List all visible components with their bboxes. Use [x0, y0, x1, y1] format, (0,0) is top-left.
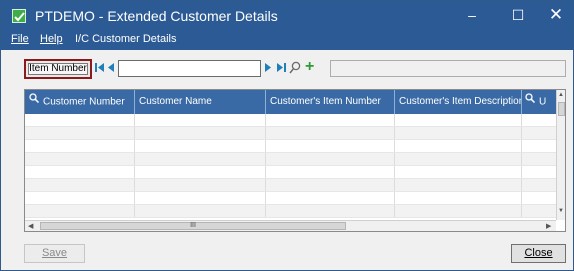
item-number-field-selector[interactable]: Item Number: [24, 59, 92, 79]
previous-record-icon[interactable]: [107, 63, 115, 75]
window-chrome: PTDEMO - Extended Customer Details – ☐ ✕…: [1, 1, 573, 50]
table-row[interactable]: [25, 205, 556, 218]
vertical-scrollbar[interactable]: ▲ ▼: [556, 90, 565, 220]
search-icon[interactable]: [525, 90, 536, 113]
next-record-icon[interactable]: [264, 63, 272, 75]
menu-file[interactable]: File: [11, 33, 29, 45]
column-label: Customer's Item Description: [399, 96, 522, 107]
menu-ic-customer-details[interactable]: I/C Customer Details: [75, 33, 176, 45]
save-button[interactable]: Save: [24, 244, 85, 263]
app-icon: [12, 9, 26, 23]
grid-header: Customer Number Customer Name Customer's…: [25, 90, 565, 114]
scroll-down-icon[interactable]: ▼: [558, 208, 564, 214]
horizontal-scrollbar[interactable]: ◀ III ▶: [25, 220, 556, 231]
grid-body[interactable]: [25, 114, 556, 218]
column-header-customer-number[interactable]: Customer Number: [25, 90, 135, 114]
item-description-field: [330, 60, 566, 77]
close-window-button[interactable]: ✕: [537, 1, 574, 31]
column-header-customers-item-number[interactable]: Customer's Item Number: [266, 90, 395, 114]
item-number-label: Item Number: [28, 63, 88, 75]
scroll-up-icon[interactable]: ▲: [558, 92, 564, 98]
search-icon[interactable]: [29, 90, 40, 113]
save-button-label: Save: [41, 247, 68, 259]
column-label: U: [539, 96, 547, 108]
close-button-label: Close: [524, 247, 553, 259]
table-row[interactable]: [25, 153, 556, 166]
last-record-icon[interactable]: [276, 63, 286, 75]
horizontal-scroll-thumb[interactable]: III: [40, 222, 346, 230]
table-row[interactable]: [25, 166, 556, 179]
column-label: Customer's Item Number: [270, 96, 381, 107]
vertical-scroll-thumb[interactable]: [558, 102, 565, 116]
column-header-customer-name[interactable]: Customer Name: [135, 90, 266, 114]
window-title: PTDEMO - Extended Customer Details: [35, 8, 278, 24]
table-row[interactable]: [25, 127, 556, 140]
column-label: Customer Name: [139, 96, 212, 107]
column-header-customers-item-description[interactable]: Customer's Item Description: [395, 90, 522, 114]
first-record-icon[interactable]: [95, 63, 105, 75]
menu-help[interactable]: Help: [40, 33, 63, 45]
close-button[interactable]: Close: [511, 244, 566, 263]
finder-magnifier-icon[interactable]: [289, 61, 301, 78]
add-record-icon[interactable]: +: [305, 59, 314, 75]
menu-bar: File Help I/C Customer Details: [1, 31, 573, 50]
table-row[interactable]: [25, 179, 556, 192]
table-row[interactable]: [25, 114, 556, 127]
column-header-u[interactable]: U: [522, 90, 556, 114]
table-row[interactable]: [25, 140, 556, 153]
item-number-input[interactable]: [118, 60, 261, 77]
minimize-button[interactable]: –: [453, 1, 491, 31]
table-row[interactable]: [25, 192, 556, 205]
scroll-right-icon[interactable]: ▶: [546, 222, 551, 230]
title-bar[interactable]: PTDEMO - Extended Customer Details – ☐ ✕: [1, 1, 573, 31]
scroll-left-icon[interactable]: ◀: [28, 222, 33, 230]
app-window: PTDEMO - Extended Customer Details – ☐ ✕…: [0, 0, 574, 271]
customer-details-grid[interactable]: Customer Number Customer Name Customer's…: [24, 89, 566, 232]
maximize-button[interactable]: ☐: [499, 1, 537, 31]
column-label: Customer Number: [43, 96, 125, 108]
